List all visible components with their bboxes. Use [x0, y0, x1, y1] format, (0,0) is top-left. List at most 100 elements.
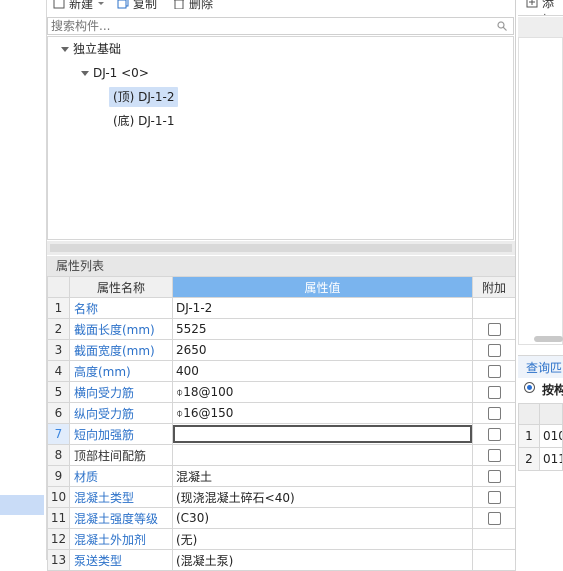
value-header[interactable]: 属性值 [172, 276, 473, 298]
extra-cell [472, 423, 516, 445]
extra-cell [472, 381, 516, 403]
radio-label: 按构 [542, 383, 563, 397]
table-row[interactable]: 3 截面宽度(mm) 2650 [47, 339, 516, 361]
extra-checkbox[interactable] [487, 365, 501, 378]
table-row[interactable]: 2 011 [518, 447, 563, 471]
table-row[interactable]: 11 混凝土强度等级 (C30) [47, 507, 516, 529]
new-button[interactable]: 新建 [53, 0, 105, 12]
table-row-active[interactable]: 7 短向加强筋 [47, 423, 516, 445]
table-row[interactable]: 4 高度(mm) 400 [47, 360, 516, 382]
table-row[interactable]: 1 010 [518, 424, 563, 448]
tree-node-label: (底) DJ-1-1 [113, 114, 175, 128]
property-name: 混凝土外加剂 [69, 528, 173, 550]
table-row[interactable]: 13 泵送类型 (混凝土泵) [47, 549, 516, 571]
extra-cell [472, 507, 516, 529]
row-index: 3 [47, 339, 70, 361]
expand-arrow-icon[interactable] [61, 47, 69, 52]
left-panel-selected-row[interactable] [0, 495, 44, 515]
radio-button[interactable] [524, 382, 535, 393]
table-header-row: 属性名称 属性值 附加 [47, 276, 516, 298]
table-row[interactable]: 1 名称 DJ-1-2 [47, 297, 516, 319]
expand-arrow-icon[interactable] [81, 71, 89, 76]
table-row[interactable]: 5 横向受力筋 ⌽18@100 [47, 381, 516, 403]
property-value[interactable]: DJ-1-2 [172, 297, 473, 319]
table-row[interactable]: 9 材质 混凝土 [47, 465, 516, 487]
add-button-label: 添加 [542, 0, 555, 15]
property-value[interactable] [172, 444, 473, 466]
row-index: 11 [47, 507, 70, 529]
left-panel-edge [0, 0, 46, 560]
extra-checkbox[interactable] [487, 386, 501, 399]
splitter-handle[interactable] [50, 244, 512, 252]
extra-cell [472, 339, 516, 361]
table-header-row [518, 403, 563, 425]
extra-checkbox[interactable] [487, 344, 501, 357]
table-row[interactable]: 2 截面长度(mm) 5525 [47, 318, 516, 340]
property-name: 材质 [69, 465, 173, 487]
extra-checkbox[interactable] [487, 407, 501, 420]
row-value[interactable]: 011 [539, 447, 563, 471]
property-name: 混凝土类型 [69, 486, 173, 508]
extra-checkbox[interactable] [487, 449, 501, 462]
property-value-editor[interactable] [173, 425, 472, 443]
row-index: 7 [47, 423, 70, 445]
extra-cell [472, 402, 516, 424]
search-icon[interactable] [497, 21, 507, 31]
row-index: 1 [518, 424, 540, 448]
tree-node-child[interactable]: DJ-1 <0> [81, 63, 149, 83]
row-index: 6 [47, 402, 70, 424]
property-value[interactable]: (C30) [172, 507, 473, 529]
row-value[interactable]: 010 [539, 424, 563, 448]
property-name: 横向受力筋 [69, 381, 173, 403]
property-name: 高度(mm) [69, 360, 173, 382]
table-row[interactable]: 12 混凝土外加剂 (无) [47, 528, 516, 550]
component-search [47, 17, 514, 35]
row-index: 2 [47, 318, 70, 340]
extra-header[interactable]: 附加 [472, 276, 516, 298]
property-name: 截面长度(mm) [69, 318, 173, 340]
extra-checkbox[interactable] [487, 491, 501, 504]
delete-button[interactable]: 删除 [173, 0, 213, 12]
add-button[interactable]: 添加 [518, 0, 563, 16]
tree-node-leaf-selected[interactable]: (顶) DJ-1-2 [109, 87, 179, 107]
tree-node-label: (顶) DJ-1-2 [113, 90, 175, 104]
property-value[interactable]: (混凝土泵) [172, 549, 473, 571]
tree-node-root[interactable]: 独立基础 [61, 39, 121, 59]
tree-node-leaf[interactable]: (底) DJ-1-1 [113, 111, 174, 131]
row-index: 2 [518, 447, 540, 471]
property-value[interactable]: 400 [172, 360, 473, 382]
property-value[interactable]: (现浇混凝土碎石<40) [172, 486, 473, 508]
extra-cell [472, 549, 516, 571]
extra-checkbox[interactable] [487, 470, 501, 483]
property-value-cell [172, 423, 473, 445]
tree-node-label: 独立基础 [73, 42, 122, 56]
extra-cell [472, 444, 516, 466]
property-value[interactable]: (无) [172, 528, 473, 550]
tree-node-label: DJ-1 <0> [93, 66, 149, 80]
property-value[interactable]: ⌽16@150 [172, 402, 473, 424]
extra-checkbox[interactable] [487, 323, 501, 336]
property-name: 名称 [69, 297, 173, 319]
extra-checkbox[interactable] [487, 428, 501, 441]
new-button-label: 新建 [69, 0, 94, 11]
dropdown-arrow-icon[interactable] [97, 0, 105, 7]
table-row[interactable]: 8 顶部柱间配筋 [47, 444, 516, 466]
property-value[interactable]: ⌽18@100 [172, 381, 473, 403]
search-input[interactable] [51, 18, 481, 34]
horizontal-scrollbar[interactable] [534, 336, 563, 342]
column-header[interactable] [539, 403, 563, 425]
table-row[interactable]: 6 纵向受力筋 ⌽16@150 [47, 402, 516, 424]
table-row[interactable]: 10 混凝土类型 (现浇混凝土碎石<40) [47, 486, 516, 508]
radio-option[interactable]: 按构 [518, 378, 563, 400]
copy-button[interactable]: 复制 [117, 0, 157, 12]
property-name: 泵送类型 [69, 549, 173, 571]
property-value[interactable]: 2650 [172, 339, 473, 361]
tab-query[interactable]: 查询匹 [518, 355, 563, 378]
name-header[interactable]: 属性名称 [69, 276, 173, 298]
property-value[interactable]: 5525 [172, 318, 473, 340]
index-header [47, 276, 70, 298]
property-value[interactable]: 混凝土 [172, 465, 473, 487]
property-table: 属性名称 属性值 附加 1 名称 DJ-1-2 2 截面长度(mm) 5525 … [47, 276, 516, 571]
property-name: 纵向受力筋 [69, 402, 173, 424]
extra-checkbox[interactable] [487, 512, 501, 525]
